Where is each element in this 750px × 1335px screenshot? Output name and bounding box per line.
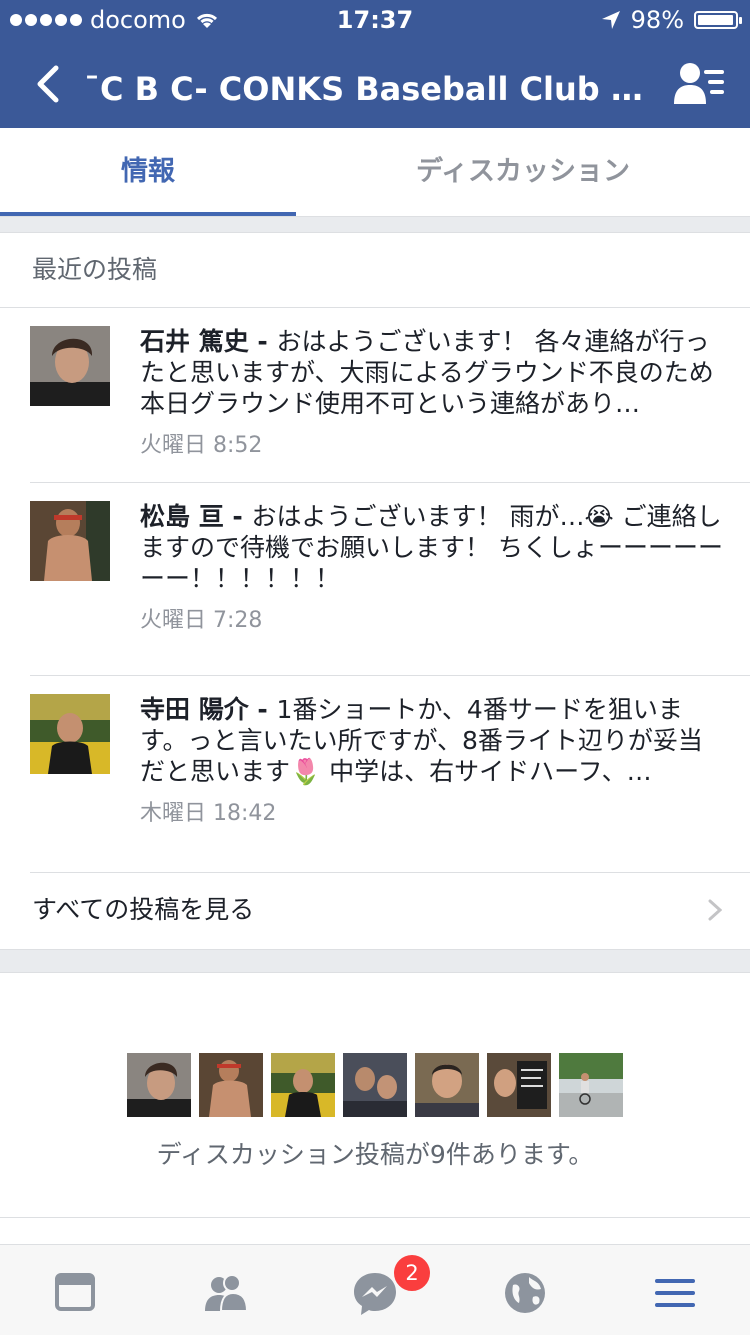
tab-info[interactable]: 情報 xyxy=(0,128,296,216)
nav-bar: ¯C B C- CONKS Baseball Club デ... xyxy=(0,40,750,128)
messenger-badge: 2 xyxy=(392,1253,432,1293)
participant-avatar[interactable] xyxy=(199,1053,263,1117)
notifications-globe-icon[interactable] xyxy=(495,1263,555,1323)
participant-avatar[interactable] xyxy=(271,1053,335,1117)
news-feed-icon[interactable] xyxy=(45,1263,105,1323)
participant-avatar[interactable] xyxy=(343,1053,407,1117)
post-body: 寺田 陽介 - 1番ショートか、4番サードを狙います。っと言いたい所ですが、8番… xyxy=(140,676,750,827)
battery-percent: 98% xyxy=(630,6,684,34)
avatar xyxy=(30,501,110,581)
post-body: 松島 亘 - おはようございます！ 雨が…😭 ご連絡しますので待機でお願いします… xyxy=(140,483,750,634)
participant-thumbnails xyxy=(127,1053,623,1117)
post-text: 寺田 陽介 - 1番ショートか、4番サードを狙います。っと言いたい所ですが、8番… xyxy=(140,694,724,787)
author-separator: - xyxy=(223,502,252,531)
post-body: 石井 篤史 - おはようございます！ 各々連絡が行ったと思いますが、大雨によるグ… xyxy=(140,308,750,459)
author-separator: - xyxy=(248,695,277,724)
battery-fill xyxy=(698,15,734,25)
post-text: 石井 篤史 - おはようございます！ 各々連絡が行ったと思いますが、大雨によるグ… xyxy=(140,326,724,419)
post-author: 松島 亘 xyxy=(140,502,224,531)
post-time: 火曜日 8:52 xyxy=(140,433,263,458)
segment-tabs: 情報 ディスカッション xyxy=(0,128,750,217)
post-author: 寺田 陽介 xyxy=(140,695,249,724)
friend-requests-icon[interactable] xyxy=(195,1263,255,1323)
avatar xyxy=(30,694,110,774)
menu-icon[interactable] xyxy=(645,1263,705,1323)
group-members-icon[interactable] xyxy=(674,60,726,108)
discussion-section: ディスカッション投稿が9件あります。 xyxy=(0,972,750,1253)
tab-discussion[interactable]: ディスカッション xyxy=(296,128,750,216)
avatar xyxy=(30,326,110,406)
post-author: 石井 篤史 xyxy=(140,327,249,356)
page-title: ¯C B C- CONKS Baseball Club デ... xyxy=(84,70,644,108)
battery-icon xyxy=(694,11,742,29)
location-arrow-icon xyxy=(601,11,620,29)
section-heading: 最近の投稿 xyxy=(0,233,750,308)
discussion-count-text: ディスカッション投稿が9件あります。 xyxy=(156,1140,594,1169)
participant-avatar[interactable] xyxy=(487,1053,551,1117)
divider xyxy=(0,1217,750,1218)
participant-avatar[interactable] xyxy=(559,1053,623,1117)
back-chevron-icon[interactable] xyxy=(30,60,70,108)
post-time: 木曜日 18:42 xyxy=(140,801,277,826)
status-right: 98% xyxy=(601,6,742,34)
participant-avatar[interactable] xyxy=(127,1053,191,1117)
participant-avatar[interactable] xyxy=(415,1053,479,1117)
see-all-posts-link[interactable]: すべての投稿を見る xyxy=(0,873,750,947)
chevron-right-icon xyxy=(708,899,722,921)
post-item[interactable]: 石井 篤史 - おはようございます！ 各々連絡が行ったと思いますが、大雨によるグ… xyxy=(30,308,750,483)
post-item[interactable]: 寺田 陽介 - 1番ショートか、4番サードを狙います。っと言いたい所ですが、8番… xyxy=(30,676,750,873)
bottom-tab-bar: 2 xyxy=(0,1244,750,1335)
post-text: 松島 亘 - おはようございます！ 雨が…😭 ご連絡しますので待機でお願いします… xyxy=(140,501,724,594)
post-item[interactable]: 松島 亘 - おはようございます！ 雨が…😭 ご連絡しますので待機でお願いします… xyxy=(30,483,750,676)
status-bar: docomo 17:37 98% xyxy=(0,0,750,40)
author-separator: - xyxy=(248,327,277,356)
recent-posts-section: 最近の投稿 石井 篤史 - おはようございます！ 各々連絡が行ったと思いますが、… xyxy=(0,232,750,950)
see-all-label: すべての投稿を見る xyxy=(32,895,255,924)
post-time: 火曜日 7:28 xyxy=(140,608,263,633)
